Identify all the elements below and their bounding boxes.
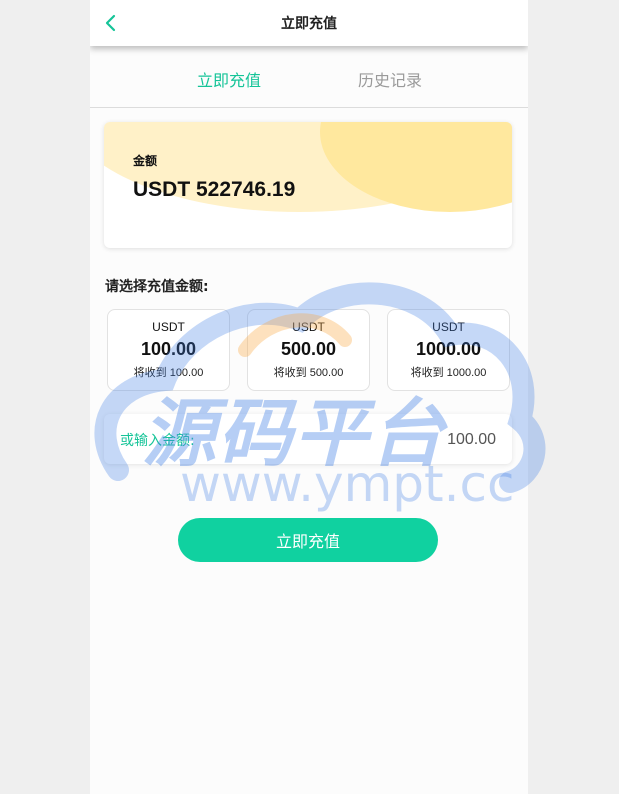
tab-recharge[interactable]: 立即充值: [197, 67, 261, 91]
amount-option-100[interactable]: USDT 100.00 将收到 100.00: [107, 309, 230, 391]
balance-card: 金额 USDT 522746.19: [104, 122, 512, 248]
custom-amount-row: 或输入金额:: [104, 414, 512, 464]
option-receive: 将收到 100.00: [133, 367, 204, 379]
balance-value: USDT 522746.19: [133, 178, 296, 201]
option-currency: USDT: [152, 320, 185, 334]
option-receive: 将收到 1000.00: [410, 367, 487, 379]
custom-amount-label: 或输入金额:: [120, 433, 195, 449]
option-currency: USDT: [432, 320, 465, 334]
option-amount: 500.00: [280, 339, 337, 359]
amount-option-500[interactable]: USDT 500.00 将收到 500.00: [247, 309, 370, 391]
option-amount: 1000.00: [415, 339, 482, 359]
custom-amount-input[interactable]: [344, 426, 498, 454]
balance-label: 金额: [133, 154, 158, 168]
app-screen: 立即充值 立即充值 历史记录 金额 USDT 522746.19 请选择充值金额…: [90, 0, 528, 794]
amount-option-1000[interactable]: USDT 1000.00 将收到 1000.00: [387, 309, 510, 391]
option-amount: 100.00: [140, 339, 197, 359]
option-receive: 将收到 500.00: [273, 367, 344, 379]
option-currency: USDT: [292, 320, 325, 334]
page-title: 立即充值: [281, 16, 337, 32]
tab-history[interactable]: 历史记录: [358, 67, 422, 91]
amount-options: USDT 100.00 将收到 100.00 USDT 500.00 将收到 5…: [107, 309, 511, 391]
tab-bar: 立即充值 历史记录: [90, 60, 528, 108]
amount-select-title: 请选择充值金额:: [105, 279, 209, 295]
top-bar: 立即充值: [90, 0, 528, 46]
recharge-submit-button[interactable]: 立即充值: [178, 518, 438, 562]
